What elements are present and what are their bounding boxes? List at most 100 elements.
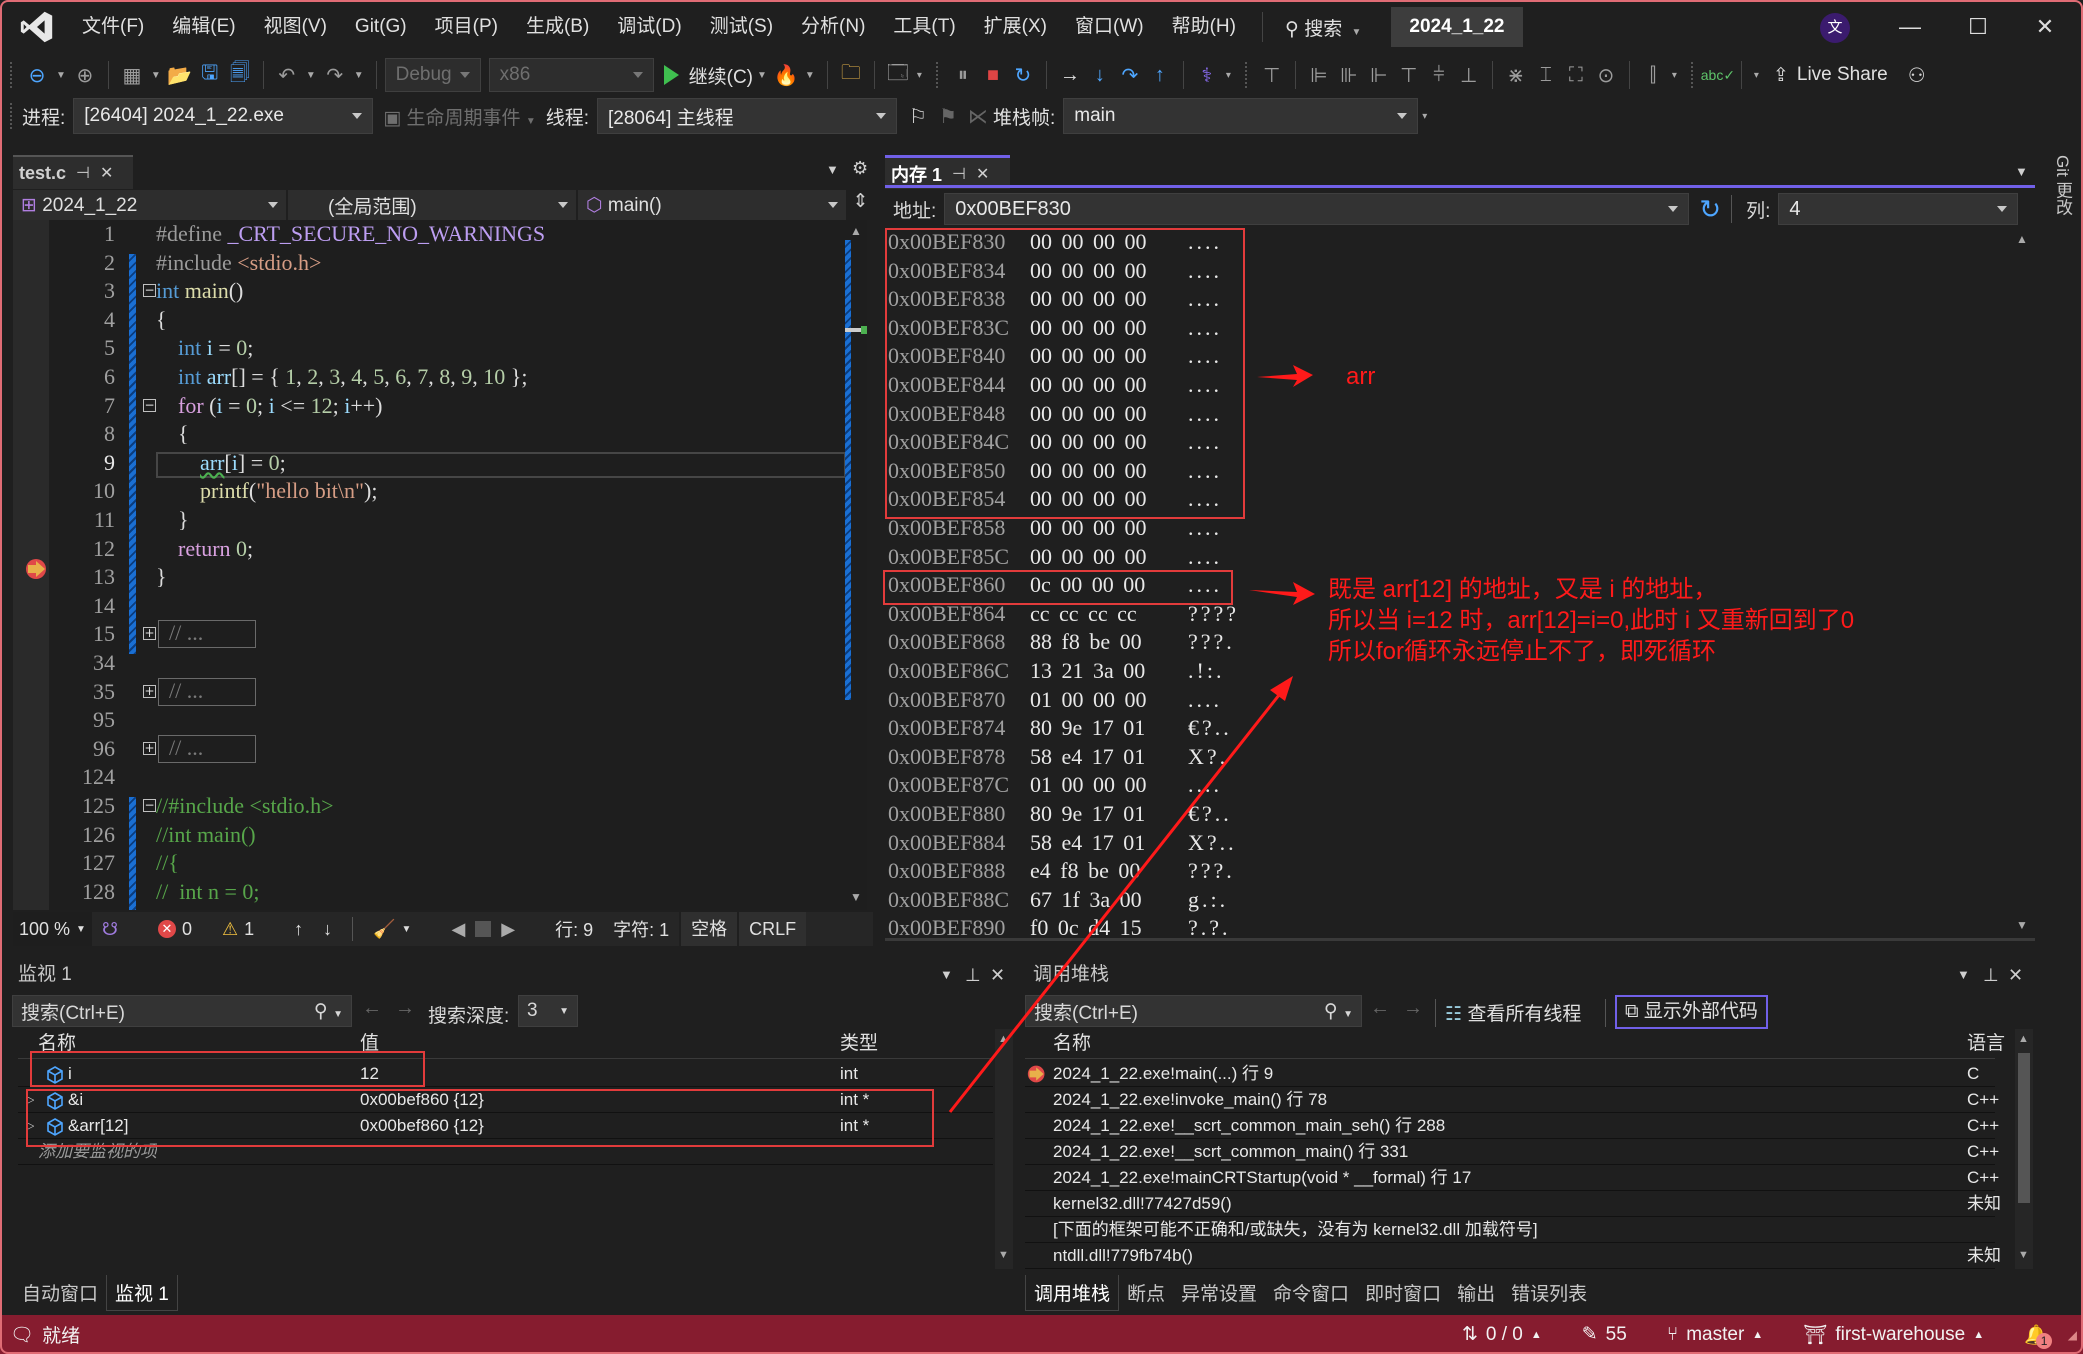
resize-grip-icon[interactable]: ◢ (2068, 1328, 2077, 1342)
scroll-right-icon[interactable]: ▶ (501, 919, 515, 940)
tab-list-dropdown-icon[interactable]: ▼ (826, 162, 839, 177)
size-to-grid-icon[interactable]: ⛶ (1561, 60, 1591, 90)
memory-row[interactable]: 0x00BEF868 88 f8 be 00???. (885, 628, 1285, 656)
code-editor[interactable]: 1 #define _CRT_SECURE_NO_WARNINGS 2 #includ… (13, 220, 858, 910)
tab-test-c[interactable]: test.c ⊣ ✕ (13, 155, 133, 189)
align-left-icon[interactable]: ⊫ (1304, 60, 1334, 90)
save-icon[interactable]: 🖫 (195, 60, 225, 90)
tab-watch-1[interactable]: 监视 1 (106, 1275, 178, 1311)
chevron-down-icon[interactable]: ▼ (151, 70, 161, 81)
zoom-icon[interactable]: ⊙ (1591, 60, 1621, 90)
project-dropdown[interactable]: ⊞ 2024_1_22 (13, 190, 288, 220)
close-panel-icon[interactable]: ✕ (2008, 957, 2023, 993)
chevron-down-icon[interactable]: ▼ (306, 70, 316, 81)
memory-row[interactable]: 0x00BEF870 01 00 00 00.... (885, 686, 1285, 714)
collapse-icon[interactable]: − (143, 799, 156, 812)
code-line[interactable]: 2 #include <stdio.h> (13, 249, 858, 277)
step-over-icon[interactable]: ↷ (1115, 60, 1145, 90)
sync-status[interactable]: ⇅ 0 / 0 ▲ (1462, 1323, 1542, 1346)
overflow-icon[interactable]: ▾ (1754, 70, 1759, 81)
panel-menu-icon[interactable]: ▼ (940, 957, 953, 993)
live-share-button[interactable]: ⇪ Live Share (1773, 64, 1888, 87)
make-same-width-icon[interactable]: ⋇ (1501, 60, 1531, 90)
code-line[interactable]: 1 #define _CRT_SECURE_NO_WARNINGS (13, 220, 858, 248)
close-window-button[interactable]: ✕ (2025, 8, 2065, 46)
code-line[interactable]: 11 } (13, 506, 858, 534)
whitespace-indicator[interactable]: 空格 (679, 912, 738, 946)
callstack-row[interactable]: 2024_1_22.exe!__scrt_common_main_seh() 行… (1025, 1113, 1999, 1139)
errors-indicator[interactable]: ✕ 0 (157, 919, 192, 940)
tab-memory-1[interactable]: 内存 1 ⊣ ✕ (885, 155, 1010, 189)
thread-dropdown[interactable]: [28064] 主线程 (597, 98, 897, 134)
scroll-up-icon[interactable]: ▲ (998, 1033, 1009, 1045)
code-line[interactable]: 12 return 0; (13, 535, 858, 563)
copilot-icon[interactable]: ☋ (102, 919, 118, 940)
callstack-vertical-scrollbar[interactable]: ▲ ▼ (2015, 1029, 2033, 1269)
tab-call-stack[interactable]: 调用堆栈 (1025, 1275, 1120, 1311)
code-line[interactable]: 126 //int main() (13, 821, 858, 849)
make-same-height-icon[interactable]: ⌶ (1531, 60, 1561, 90)
column-header-type[interactable]: 类型 (840, 1029, 878, 1059)
menu-file[interactable]: 文件(F) (68, 0, 158, 54)
tab-list-dropdown-icon[interactable]: ▼ (2015, 164, 2028, 179)
undo-icon[interactable]: ↶ (272, 60, 302, 90)
collapse-icon[interactable]: − (143, 398, 156, 412)
menu-tools[interactable]: 工具(T) (879, 0, 969, 54)
application-window-icon[interactable]: 🗔 (883, 60, 913, 90)
code-line[interactable]: 9 arr[i] = 0; (13, 449, 858, 477)
memory-row[interactable]: 0x00BEF890 f0 0c d4 15?.?. (885, 914, 1285, 938)
scroll-down-icon[interactable]: ▼ (2016, 918, 2028, 932)
code-line[interactable]: 3 int main() − (13, 277, 858, 305)
expand-icon[interactable]: + (143, 684, 156, 698)
save-all-icon[interactable]: 🗐 (225, 60, 255, 90)
toolbar-grip[interactable] (935, 62, 940, 88)
break-all-icon[interactable]: ⏸ (948, 60, 978, 90)
memory-row[interactable]: 0x00BEF86C 13 21 3a 00.!:. (885, 657, 1285, 685)
code-line[interactable]: 14 (13, 592, 858, 620)
tab-immediate-window[interactable]: 即时窗口 (1357, 1275, 1449, 1311)
split-editor-icon[interactable]: ⇕ (848, 190, 873, 220)
menu-debug[interactable]: 调试(D) (603, 0, 695, 54)
refresh-icon[interactable]: ↻ (1699, 194, 1721, 225)
overflow-icon[interactable]: ▾ (1422, 111, 1427, 122)
align-icon[interactable]: ⊤ (1257, 60, 1287, 90)
watch-vertical-scrollbar[interactable]: ▲ ▼ (995, 1029, 1013, 1269)
tab-breakpoints[interactable]: 断点 (1119, 1275, 1173, 1311)
platform-dropdown[interactable]: x86 (488, 58, 654, 92)
flag-all-threads-icon[interactable]: ⚑ (933, 101, 963, 131)
pin-icon[interactable]: ⊣ (952, 164, 966, 184)
code-line[interactable]: 13} (13, 563, 858, 591)
collapsed-region[interactable]: // ... (158, 677, 256, 706)
line-ending-indicator[interactable]: CRLF (737, 912, 807, 946)
hot-reload-icon[interactable]: 🔥 (771, 60, 801, 90)
toolbar-grip[interactable] (10, 103, 14, 129)
previous-issue-icon[interactable]: ↑ (294, 919, 303, 940)
step-into-icon[interactable]: ↓ (1085, 60, 1115, 90)
close-tab-icon[interactable]: ✕ (100, 163, 113, 183)
menu-extensions[interactable]: 扩展(X) (970, 0, 1061, 54)
chevron-down-icon[interactable]: ▼ (56, 70, 66, 81)
navigate-forward-icon[interactable]: ⊕ (70, 60, 100, 90)
show-only-flagged-icon[interactable]: ⋉ (963, 101, 993, 131)
menu-test[interactable]: 测试(S) (696, 0, 787, 54)
center-horizontally-icon[interactable]: ⫿ (1638, 60, 1668, 90)
scope-dropdown[interactable]: (全局范围) (288, 190, 578, 220)
stop-debugging-icon[interactable]: ■ (978, 60, 1008, 90)
diagnostics-icon[interactable]: ⚕ (1192, 60, 1222, 90)
callstack-row[interactable]: 2024_1_22.exe!__scrt_common_main() 行 331… (1025, 1139, 1999, 1165)
memory-row[interactable]: 0x00BEF88C 67 1f 3a 00 g.:. (885, 886, 1285, 914)
line-indicator[interactable]: 行: 9 (555, 916, 593, 942)
align-right-icon[interactable]: ⊩ (1364, 60, 1394, 90)
code-line[interactable]: 95 (13, 706, 858, 734)
collapsed-region[interactable]: // ... (158, 734, 256, 763)
code-line[interactable]: 127 //{ (13, 849, 858, 877)
process-dropdown[interactable]: [26404] 2024_1_22.exe (73, 98, 374, 134)
repository-status[interactable]: ⛩ first-warehouse ▲ (1803, 1323, 1984, 1347)
configuration-dropdown[interactable]: Debug (384, 58, 481, 92)
menu-edit[interactable]: 编辑(E) (158, 0, 249, 54)
chevron-down-icon[interactable]: ▾ (1226, 70, 1231, 81)
menu-git[interactable]: Git(G) (341, 0, 421, 54)
notifications-button[interactable]: 🔔 1 (2024, 1323, 2053, 1349)
menu-window[interactable]: 窗口(W) (1061, 0, 1158, 54)
memory-row[interactable]: 0x00BEF874 80 9e 17 01 €?.. (885, 714, 1285, 742)
